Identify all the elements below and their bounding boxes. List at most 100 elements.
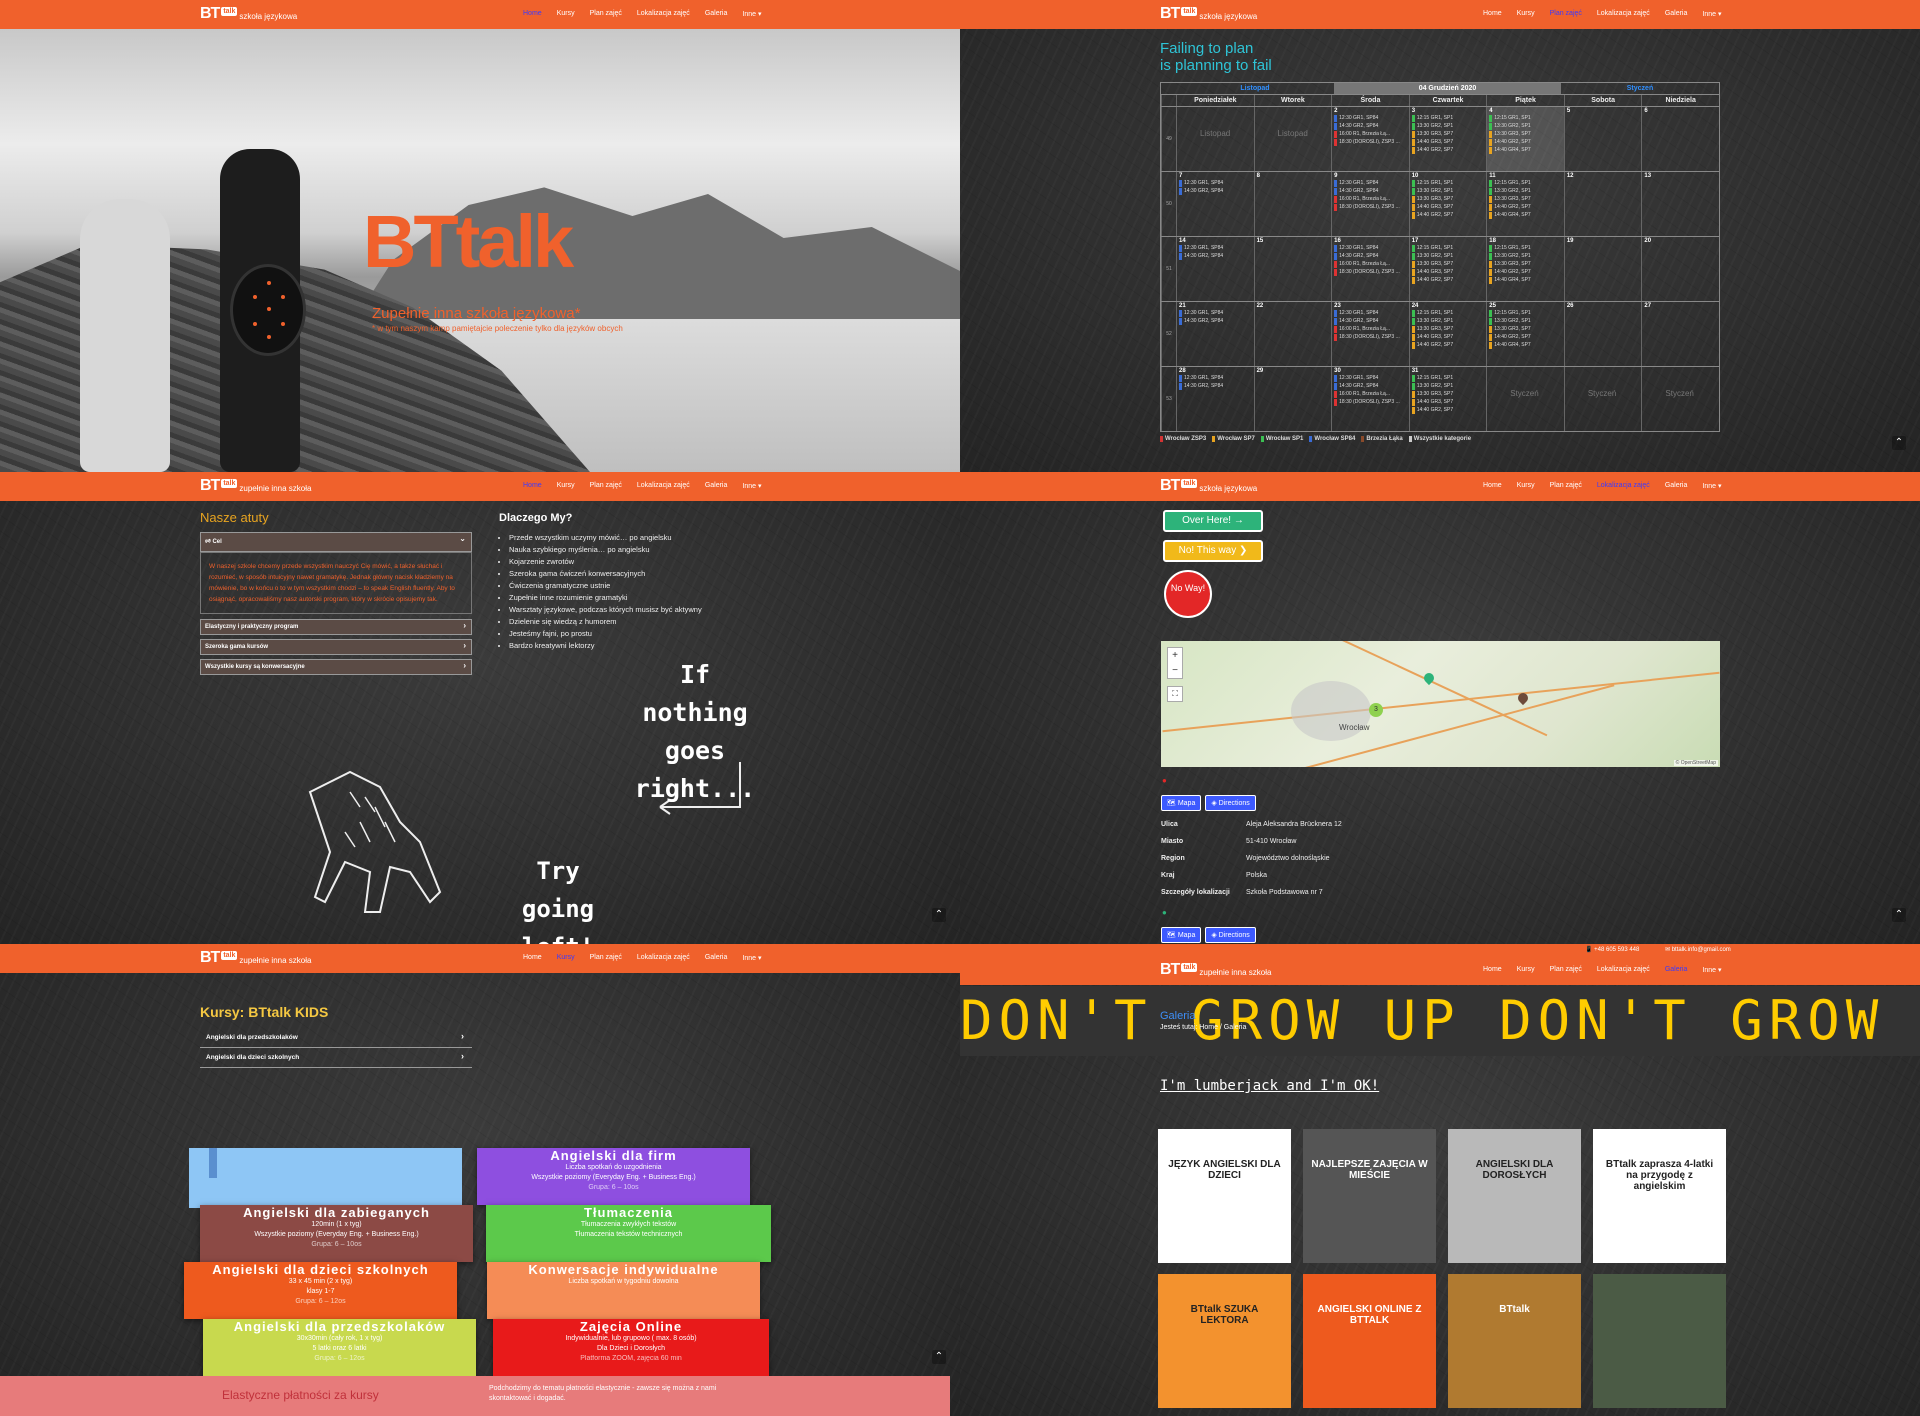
calendar-day[interactable]: 16 12:30 GR1, SP84 14:30 GR2, SP84 16:00 R1… (1331, 237, 1409, 301)
menu-lokalizacja[interactable]: Lokalizacja zajęć (637, 954, 690, 962)
course-card[interactable]: Angielski dla przedszkolaków 30x30min (ca… (203, 1319, 476, 1376)
calendar-event[interactable]: 13:30 GR3, SP7 (1411, 391, 1485, 398)
calendar-day[interactable]: 9 12:30 GR1, SP84 14:30 GR2, SP84 16:00 R1,… (1331, 172, 1409, 236)
calendar-event[interactable]: 14:40 GR3, SP7 (1411, 269, 1485, 276)
calendar-event[interactable]: 18:30 (DOROŚLI), ZSP3 ... (1334, 334, 1407, 341)
gallery-thumbnail[interactable]: JĘZYK ANGIELSKI DLA DZIECI (1158, 1129, 1291, 1263)
next-month-button[interactable]: Styczeń (1561, 83, 1719, 94)
calendar-event[interactable]: 14:40 GR2, SP7 (1411, 407, 1485, 414)
calendar-event[interactable]: 14:40 GR3, SP7 (1411, 139, 1485, 146)
menu-kursy[interactable]: Kursy (1517, 10, 1535, 18)
email-link[interactable]: ✉ bttalk.info@gmail.com (1665, 946, 1731, 953)
calendar-event[interactable]: 12:15 GR1, SP1 (1411, 115, 1485, 122)
calendar-day[interactable]: 15 (1253, 237, 1332, 301)
menu-home[interactable]: Home (523, 954, 542, 962)
over-here-button[interactable]: Over Here! → (1163, 510, 1263, 532)
calendar-day[interactable]: 22 (1253, 302, 1332, 366)
calendar-day[interactable]: 26 (1563, 302, 1642, 366)
menu-lokalizacja[interactable]: Lokalizacja zajęć (1597, 966, 1650, 974)
gallery-thumbnail[interactable]: BTtalk SZUKA LEKTORA (1158, 1274, 1291, 1408)
menu-inne[interactable]: Inne ▾ (742, 482, 761, 490)
this-way-button[interactable]: No! This way ❯ (1163, 540, 1263, 562)
location-map[interactable]: + − ⛶ Wrocław 3 © OpenStreetMap (1161, 641, 1720, 767)
calendar-day[interactable]: 24 12:15 GR1, SP1 13:30 GR2, SP1 13:30 GR3,… (1408, 302, 1487, 366)
menu-plan[interactable]: Plan zajęć (590, 954, 622, 962)
calendar-event[interactable]: 13:30 GR2, SP1 (1411, 253, 1485, 260)
calendar-day[interactable]: Styczeń (1563, 367, 1642, 431)
calendar-event[interactable]: 12:30 GR1, SP84 (1334, 375, 1407, 382)
calendar-event[interactable]: 14:30 GR2, SP84 (1334, 123, 1407, 130)
menu-inne[interactable]: Inne ▾ (742, 10, 761, 18)
directions-button[interactable]: ◈ Directions (1205, 927, 1256, 943)
calendar-day[interactable]: 12 (1563, 172, 1642, 236)
calendar-event[interactable]: 14:30 GR2, SP84 (1334, 188, 1407, 195)
calendar-event[interactable]: 18:30 (DOROŚLI), ZSP3 ... (1334, 139, 1407, 146)
calendar-day[interactable]: 7 12:30 GR1, SP84 14:30 GR2, SP84 (1176, 172, 1254, 236)
calendar-day[interactable]: 14 12:30 GR1, SP84 14:30 GR2, SP84 (1176, 237, 1254, 301)
calendar-event[interactable]: 12:30 GR1, SP84 (1179, 310, 1252, 317)
calendar-event[interactable]: 14:40 GR3, SP7 (1411, 204, 1485, 211)
calendar-event[interactable]: 12:30 GR1, SP84 (1179, 180, 1252, 187)
menu-kursy[interactable]: Kursy (557, 482, 575, 490)
calendar-day[interactable]: 8 (1253, 172, 1332, 236)
logo[interactable]: BT talk zupełnie inna szkoła (200, 477, 311, 495)
calendar-event[interactable]: 14:40 GR4, SP7 (1489, 342, 1562, 349)
gallery-thumbnail[interactable] (1593, 1274, 1726, 1408)
gallery-thumbnail[interactable]: BTtalk zaprasza 4-latki na przygodę z an… (1593, 1129, 1726, 1263)
calendar-day[interactable]: 19 (1563, 237, 1642, 301)
logo[interactable]: BT talk szkoła językowa (1160, 5, 1257, 23)
menu-inne[interactable]: Inne ▾ (742, 954, 761, 962)
calendar-event[interactable]: 16:00 R1, Brzezia Łą... (1334, 261, 1407, 268)
calendar-event[interactable]: 16:00 R1, Brzezia Łą... (1334, 326, 1407, 333)
gallery-thumbnail[interactable]: ANGIELSKI ONLINE Z BTTALK (1303, 1274, 1436, 1408)
course-card[interactable]: Tłumaczenia Tłumaczenia zwykłych tekstów T… (486, 1205, 771, 1262)
calendar-event[interactable]: 18:30 (DOROŚLI), ZSP3 ... (1334, 204, 1407, 211)
legend-item[interactable]: Brzezia Łąka (1361, 436, 1403, 442)
menu-home[interactable]: Home (1483, 10, 1502, 18)
menu-galeria[interactable]: Galeria (705, 954, 728, 962)
calendar-event[interactable]: 16:00 R1, Brzezia Łą... (1334, 196, 1407, 203)
calendar-day[interactable]: 11 12:15 GR1, SP1 13:30 GR2, SP1 13:30 GR3,… (1486, 172, 1564, 236)
menu-kursy[interactable]: Kursy (1517, 482, 1535, 490)
scroll-top-button[interactable]: ⌃ (932, 908, 946, 922)
calendar-event[interactable]: 13:30 GR3, SP7 (1411, 131, 1485, 138)
calendar-event[interactable]: 12:15 GR1, SP1 (1489, 180, 1562, 187)
calendar-event[interactable]: 14:40 GR2, SP7 (1489, 139, 1562, 146)
menu-home[interactable]: Home (1483, 966, 1502, 974)
calendar-event[interactable]: 14:40 GR2, SP7 (1489, 334, 1562, 341)
calendar-event[interactable]: 12:30 GR1, SP84 (1179, 245, 1252, 252)
accordion-item-program[interactable]: Elastyczny i praktyczny program › (200, 619, 472, 635)
menu-lokalizacja[interactable]: Lokalizacja zajęć (637, 482, 690, 490)
calendar-event[interactable]: 13:30 GR2, SP1 (1489, 253, 1562, 260)
calendar-day[interactable]: 31 12:15 GR1, SP1 13:30 GR2, SP1 13:30 GR3,… (1408, 367, 1487, 431)
calendar-day[interactable]: 27 (1641, 302, 1719, 366)
calendar-event[interactable]: 12:15 GR1, SP1 (1411, 180, 1485, 187)
calendar-event[interactable]: 13:30 GR3, SP7 (1411, 261, 1485, 268)
course-card[interactable]: Zajęcia Online Indywidualnie, lub grupowo… (493, 1319, 769, 1376)
directions-button[interactable]: ◈ Directions (1205, 795, 1256, 811)
calendar-event[interactable]: 12:30 GR1, SP84 (1334, 115, 1407, 122)
calendar-event[interactable]: 14:30 GR2, SP84 (1334, 383, 1407, 390)
calendar-event[interactable]: 13:30 GR2, SP1 (1411, 123, 1485, 130)
calendar-event[interactable]: 14:30 GR2, SP84 (1179, 383, 1252, 390)
legend-item[interactable]: Wszystkie kategorie (1408, 436, 1471, 442)
mapa-button[interactable]: 🗺 Mapa (1161, 927, 1202, 943)
calendar-event[interactable]: 14:40 GR4, SP7 (1489, 147, 1562, 154)
calendar-day[interactable]: 5 (1563, 107, 1642, 171)
menu-inne[interactable]: Inne ▾ (1702, 482, 1721, 490)
calendar-event[interactable]: 13:30 GR2, SP1 (1411, 383, 1485, 390)
calendar-day[interactable]: 29 (1253, 367, 1332, 431)
calendar-day[interactable]: 13 (1641, 172, 1719, 236)
calendar-event[interactable]: 13:30 GR3, SP7 (1489, 261, 1562, 268)
calendar-day[interactable]: 3 12:15 GR1, SP1 13:30 GR2, SP1 13:30 GR3, … (1408, 107, 1487, 171)
calendar-day[interactable]: 17 12:15 GR1, SP1 13:30 GR2, SP1 13:30 GR3,… (1408, 237, 1487, 301)
calendar-event[interactable]: 13:30 GR2, SP1 (1489, 318, 1562, 325)
course-card[interactable]: Angielski dla dzieci szkolnych 33 x 45 mi… (184, 1262, 457, 1319)
legend-item[interactable]: Wrocław ZSP3 (1160, 436, 1206, 442)
legend-item[interactable]: Wrocław SP1 (1260, 436, 1303, 442)
scroll-top-button[interactable]: ⌃ (1892, 436, 1906, 450)
calendar-event[interactable]: 13:30 GR3, SP7 (1411, 326, 1485, 333)
calendar-event[interactable]: 14:40 GR2, SP7 (1411, 277, 1485, 284)
gallery-thumbnail[interactable]: NAJLEPSZE ZAJĘCIA W MIEŚCIE (1303, 1129, 1436, 1263)
calendar-day[interactable]: 23 12:30 GR1, SP84 14:30 GR2, SP84 16:00 R1… (1331, 302, 1409, 366)
